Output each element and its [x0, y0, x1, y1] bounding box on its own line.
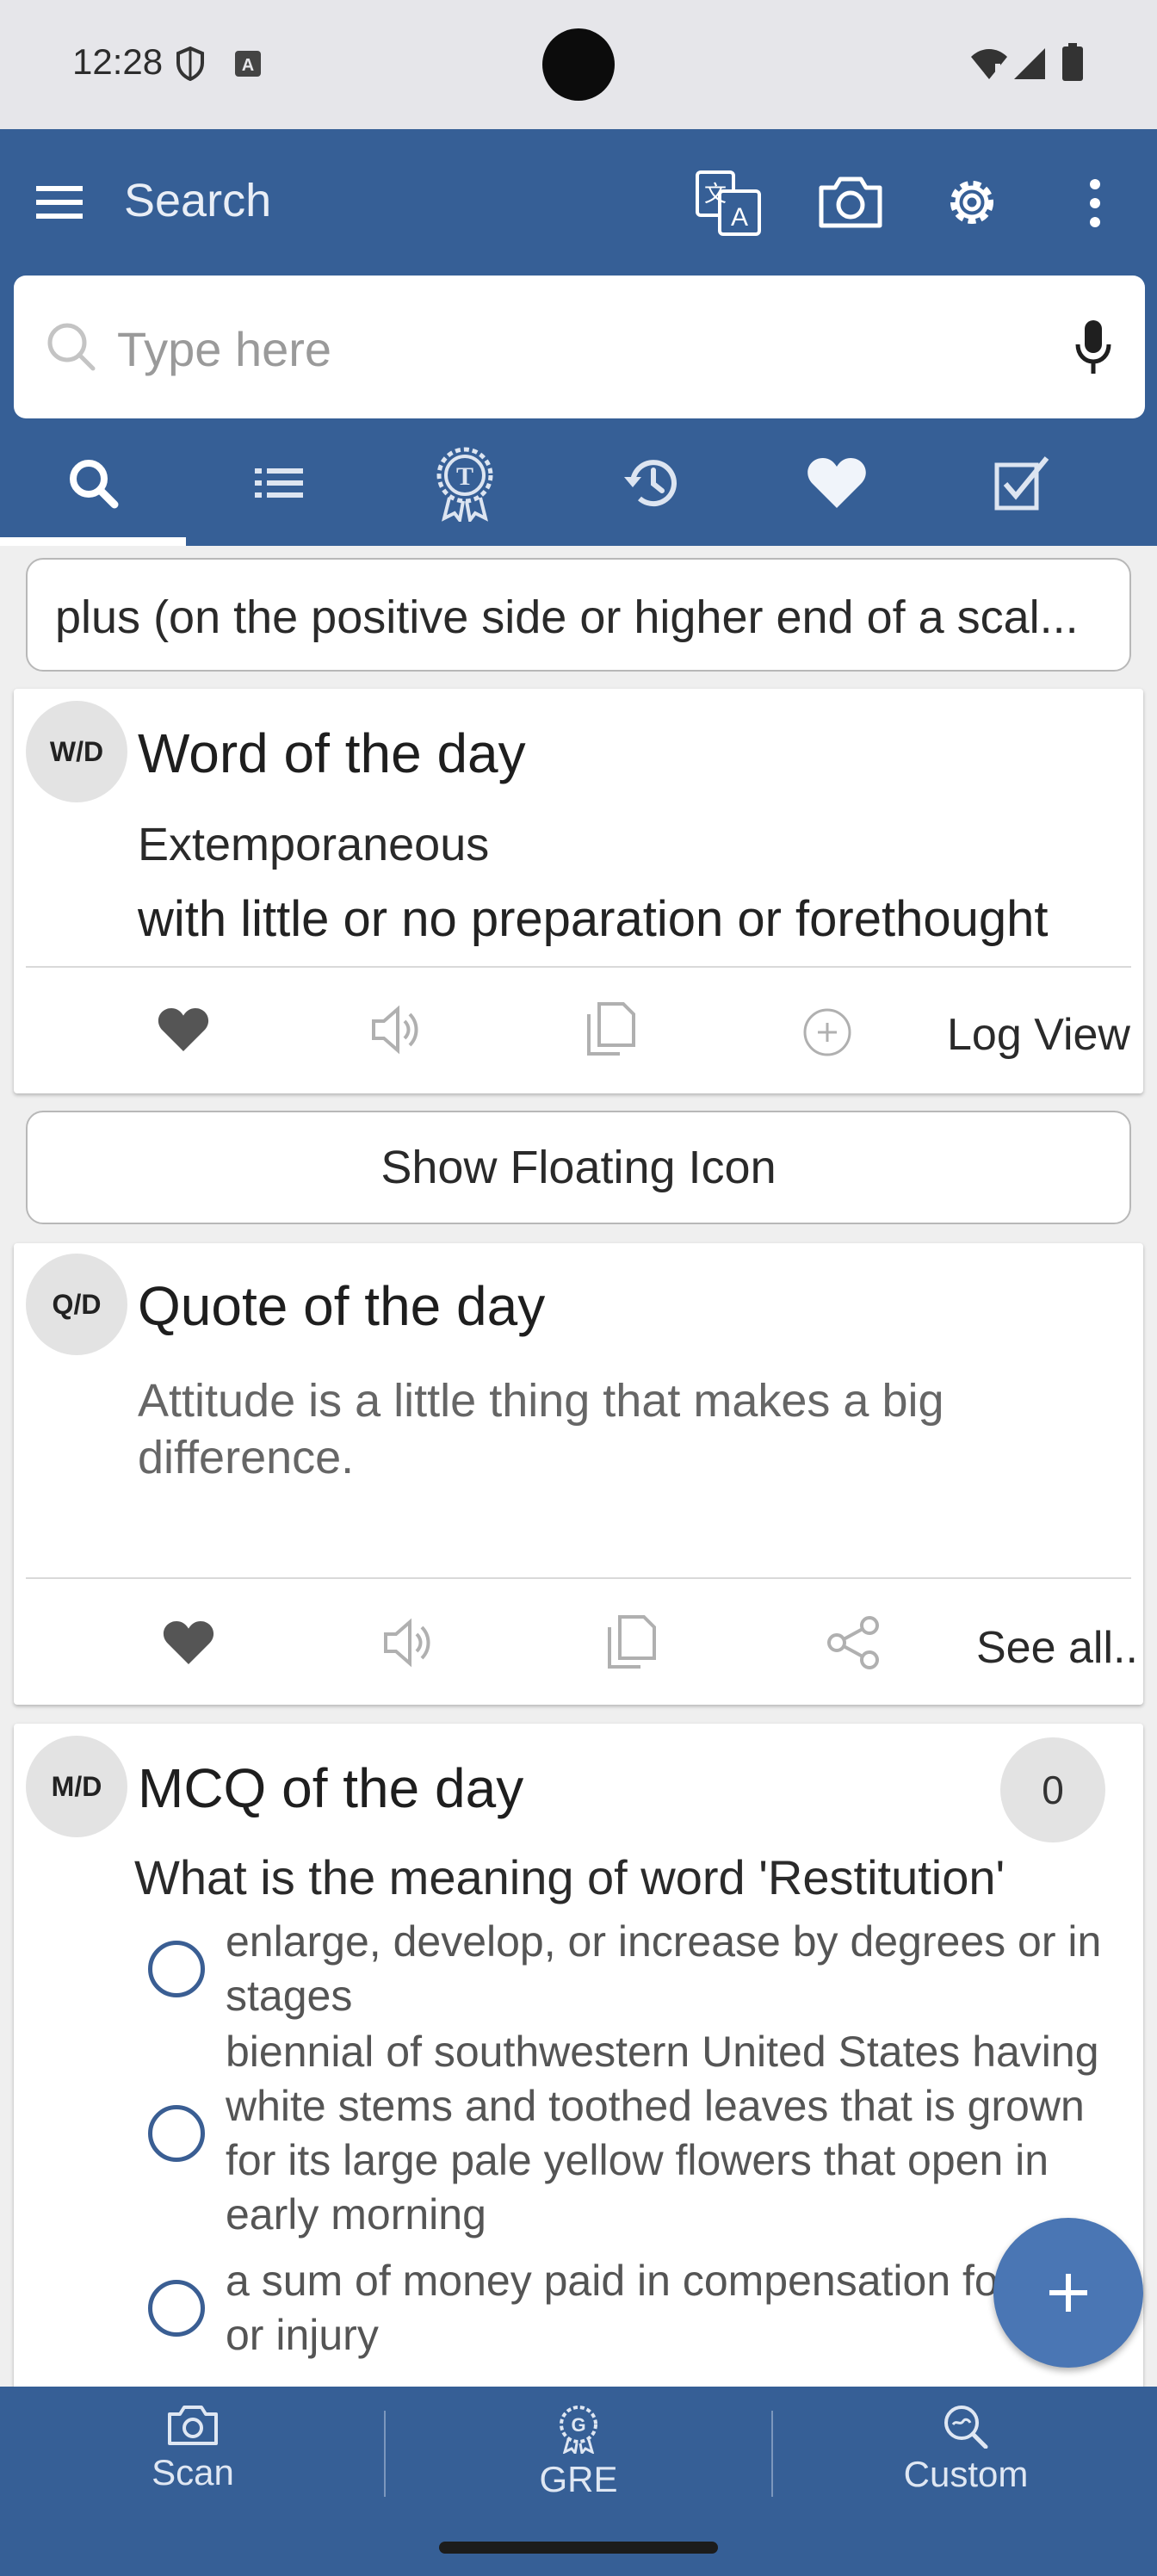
award-badge-icon: T [436, 447, 493, 522]
nav-gre-label: GRE [539, 2459, 618, 2499]
translate-icon[interactable]: 文 A [694, 169, 763, 238]
speaker-icon[interactable] [382, 1617, 436, 1669]
word-of-day-word: Extemporaneous [138, 819, 490, 870]
divider [26, 966, 1131, 968]
log-view-link[interactable]: Log View [947, 1009, 1130, 1061]
camera-icon[interactable] [816, 174, 885, 231]
battery-icon [1062, 43, 1083, 81]
app-bar-title: Search [124, 175, 272, 226]
custom-search-icon [944, 2406, 988, 2449]
mcq-option-text: a sum of money paid in compensation for … [226, 2257, 1102, 2359]
last-meaning-box[interactable]: plus (on the positive side or higher end… [26, 558, 1131, 672]
add-fab-button[interactable] [993, 2218, 1143, 2368]
signal-icon [1014, 48, 1045, 79]
quote-of-day-card: Q/D Quote of the day Attitude is a littl… [14, 1243, 1143, 1705]
nav-custom-label: Custom [903, 2454, 1029, 2494]
mcq-option-2[interactable]: biennial of southwestern United States h… [148, 2025, 1112, 2242]
list-icon [255, 468, 303, 498]
last-meaning-text: plus (on the positive side or higher end… [55, 591, 1079, 643]
camera-cutout [542, 28, 615, 101]
tab-indicator [0, 537, 186, 546]
svg-text:G: G [571, 2414, 585, 2436]
shield-icon [176, 46, 204, 81]
tab-history[interactable] [558, 420, 744, 546]
main-content: plus (on the positive side or higher end… [0, 546, 1157, 2387]
settings-gear-icon[interactable] [940, 170, 1004, 234]
app-bar: Search 文 A [0, 129, 1157, 276]
speaker-icon[interactable] [370, 1004, 424, 1056]
menu-icon[interactable] [34, 183, 86, 222]
plus-icon [1049, 2274, 1087, 2312]
svg-text:T: T [456, 462, 473, 491]
mcq-of-day-badge: M/D [26, 1736, 127, 1837]
gesture-home-bar[interactable] [439, 2542, 718, 2554]
copy-icon[interactable] [585, 1002, 637, 1056]
keyboard-a-icon: A [235, 51, 261, 77]
status-time: 12:28 [72, 41, 164, 82]
more-vert-icon[interactable] [1086, 177, 1104, 229]
nav-custom[interactable]: Custom [776, 2404, 1155, 2507]
copy-icon[interactable] [606, 1615, 658, 1669]
nav-separator [771, 2411, 773, 2497]
svg-text:文: 文 [704, 182, 727, 207]
history-icon [624, 460, 677, 507]
word-of-day-title: Word of the day [138, 722, 526, 784]
microphone-icon[interactable] [1074, 319, 1112, 375]
camera-icon [168, 2406, 218, 2445]
svg-text:A: A [731, 203, 748, 232]
divider [26, 1577, 1131, 1579]
heart-icon[interactable] [157, 1006, 210, 1054]
tab-quiz[interactable] [930, 420, 1116, 546]
app-screen: 12:28 A Search 文 A Type here T plus (on … [0, 0, 1157, 2576]
word-of-day-definition: with little or no preparation or foretho… [138, 891, 1049, 947]
svg-text:A: A [242, 56, 254, 75]
word-of-day-badge: W/D [26, 701, 127, 802]
gre-badge-icon: G [560, 2406, 597, 2454]
wifi-icon [971, 49, 1007, 79]
status-bar: 12:28 A [0, 0, 1157, 129]
search-icon [47, 323, 96, 371]
search-input[interactable] [117, 310, 978, 387]
add-circle-icon[interactable] [802, 1007, 852, 1057]
nav-scan-label: Scan [152, 2452, 234, 2492]
word-of-day-card: W/D Word of the day Extemporaneous with … [14, 689, 1143, 1093]
heart-icon[interactable] [162, 1619, 215, 1667]
mcq-option-text: biennial of southwestern United States h… [226, 2028, 1099, 2239]
radio-button[interactable] [148, 2280, 205, 2337]
tab-word-list[interactable] [186, 420, 372, 546]
quote-of-day-badge: Q/D [26, 1254, 127, 1355]
search-box [14, 276, 1145, 418]
search-icon [70, 460, 119, 509]
mcq-score-counter: 0 [1000, 1737, 1105, 1842]
mcq-option-3[interactable]: a sum of money paid in compensation for … [148, 2254, 1112, 2362]
radio-button[interactable] [148, 1941, 205, 1997]
nav-scan[interactable]: Scan [3, 2404, 382, 2507]
nav-separator [384, 2411, 386, 2497]
mcq-of-day-card: M/D MCQ of the day 0 What is the meaning… [14, 1724, 1143, 2387]
tab-search[interactable] [0, 420, 186, 546]
nav-gre[interactable]: G GRE [389, 2404, 768, 2507]
radio-button[interactable] [148, 2105, 205, 2162]
tab-bar: T [0, 420, 1157, 546]
share-icon[interactable] [825, 1615, 882, 1670]
see-all-link[interactable]: See all.. [976, 1622, 1138, 1674]
mcq-option-1[interactable]: enlarge, develop, or increase by degrees… [148, 1915, 1112, 2023]
quote-of-day-title: Quote of the day [138, 1275, 546, 1337]
tab-favorites[interactable] [744, 420, 930, 546]
mcq-question: What is the meaning of word 'Restitution… [134, 1850, 1005, 1904]
show-floating-icon-button[interactable]: Show Floating Icon [26, 1111, 1131, 1224]
heart-icon [807, 458, 866, 508]
tab-test[interactable]: T [372, 420, 558, 546]
search-area [0, 276, 1157, 420]
quote-of-day-text: Attitude is a little thing that makes a … [138, 1375, 944, 1483]
mcq-of-day-title: MCQ of the day [138, 1757, 524, 1819]
mcq-option-text: enlarge, develop, or increase by degrees… [226, 1917, 1102, 2020]
checklist-icon [994, 456, 1049, 511]
